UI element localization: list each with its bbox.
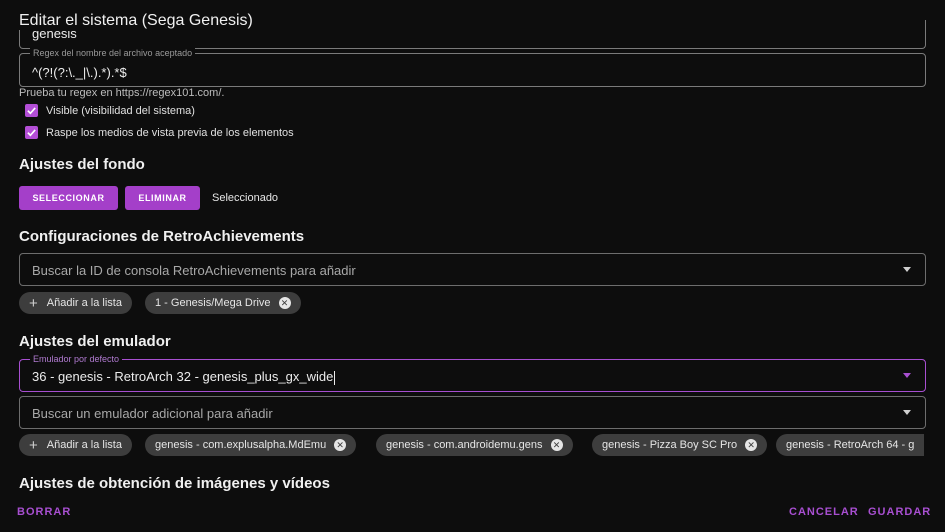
emulator-chip-clipped[interactable]: genesis - RetroArch 64 - g: [776, 434, 926, 456]
delete-system-button[interactable]: BORRAR: [17, 506, 71, 518]
default-emulator-select[interactable]: Emulador por defecto 36 - genesis - Retr…: [19, 353, 926, 392]
dropdown-arrow-icon[interactable]: [903, 267, 911, 272]
chip-label: genesis - com.explusalpha.MdEmu: [155, 439, 327, 451]
regex-label: Regex del nombre del archivo aceptado: [30, 47, 196, 59]
scrape-checkbox[interactable]: [25, 126, 38, 139]
media-section-title: Ajustes de obtención de imágenes y vídeo…: [19, 475, 330, 492]
select-background-button[interactable]: SELECCIONAR: [19, 186, 118, 210]
regex-field[interactable]: Regex del nombre del archivo aceptado ^(…: [19, 47, 926, 87]
dropdown-arrow-icon[interactable]: [903, 373, 911, 378]
emulator-chip[interactable]: genesis - Pizza Boy SC Pro ✕: [592, 434, 768, 456]
retroachievements-add-chip[interactable]: + Añadir a la lista: [19, 292, 132, 314]
visible-checkbox[interactable]: [25, 104, 38, 117]
retroachievements-search-select[interactable]: Buscar la ID de consola RetroAchievement…: [19, 253, 926, 286]
default-emulator-label: Emulador por defecto: [30, 353, 123, 365]
plus-icon: +: [29, 436, 38, 454]
scrape-checkbox-row[interactable]: Raspe los medios de vista previa de los …: [25, 126, 294, 139]
retroachievements-add-label: Añadir a la lista: [46, 297, 122, 309]
close-circle-icon[interactable]: ✕: [550, 439, 563, 451]
regex-helper-text: Prueba tu regex en https://regex101.com/…: [19, 87, 225, 99]
cancel-button[interactable]: CANCELAR: [789, 506, 859, 518]
save-button[interactable]: GUARDAR: [868, 506, 931, 518]
dropdown-arrow-icon[interactable]: [903, 410, 911, 415]
emulator-section-title: Ajustes del emulador: [19, 333, 171, 350]
dialog-title: Editar el sistema (Sega Genesis): [19, 12, 259, 30]
retroachievements-section-title: Configuraciones de RetroAchievements: [19, 228, 305, 245]
retroachievements-console-chip[interactable]: 1 - Genesis/Mega Drive ✕: [145, 292, 301, 314]
background-section-title: Ajustes del fondo: [19, 156, 145, 173]
emulator-chip[interactable]: genesis - com.explusalpha.MdEmu ✕: [145, 434, 357, 456]
default-emulator-value-wrap: 36 - genesis - RetroArch 32 - genesis_pl…: [32, 369, 336, 385]
regex-value: ^(?!(?:\._|\.).*).*$: [32, 65, 127, 80]
chip-label: genesis - RetroArch 64 - g: [786, 439, 915, 451]
check-icon: [27, 129, 36, 137]
chip-label: 1 - Genesis/Mega Drive: [155, 297, 271, 309]
delete-background-button[interactable]: ELIMINAR: [125, 186, 200, 210]
scrape-checkbox-label: Raspe los medios de vista previa de los …: [46, 126, 294, 139]
text-caret: [334, 370, 336, 385]
close-circle-icon[interactable]: ✕: [334, 439, 347, 451]
visible-checkbox-label: Visible (visibilidad del sistema): [46, 104, 195, 117]
emulator-chip[interactable]: genesis - RetroArch 64 - g: [776, 434, 925, 456]
additional-emulator-placeholder: Buscar un emulador adicional para añadir: [32, 406, 273, 421]
retroachievements-search-placeholder: Buscar la ID de consola RetroAchievement…: [32, 263, 356, 278]
plus-icon: +: [29, 294, 38, 312]
check-icon: [27, 107, 36, 115]
default-emulator-value: 36 - genesis - RetroArch 32 - genesis_pl…: [32, 369, 334, 384]
chip-label: genesis - Pizza Boy SC Pro: [602, 439, 738, 451]
chip-label: genesis - com.androidemu.gens: [386, 439, 543, 451]
emulator-add-label: Añadir a la lista: [46, 439, 122, 451]
additional-emulator-search-select[interactable]: Buscar un emulador adicional para añadir: [19, 396, 926, 429]
background-status: Seleccionado: [212, 192, 279, 204]
emulator-add-chip[interactable]: + Añadir a la lista: [19, 434, 132, 456]
visible-checkbox-row[interactable]: Visible (visibilidad del sistema): [25, 104, 195, 117]
emulator-chip[interactable]: genesis - com.androidemu.gens ✕: [376, 434, 573, 456]
close-circle-icon[interactable]: ✕: [278, 297, 291, 309]
close-circle-icon[interactable]: ✕: [745, 439, 758, 451]
